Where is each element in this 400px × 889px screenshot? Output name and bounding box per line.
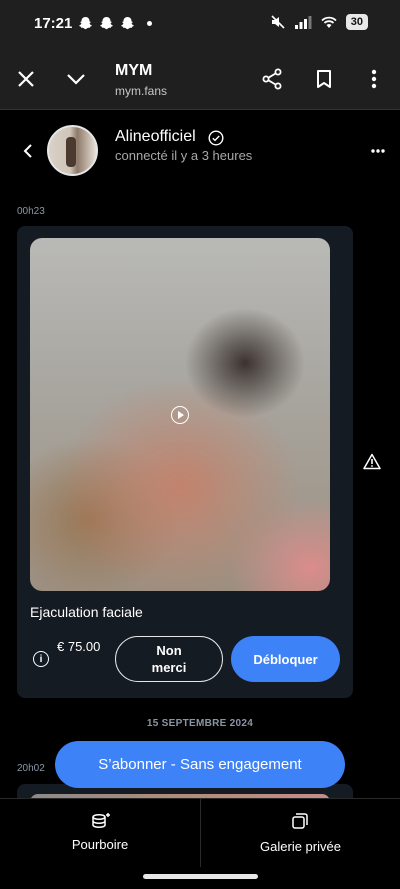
more-horizontal-icon[interactable] — [366, 139, 390, 163]
battery-indicator: 30 — [345, 14, 368, 30]
page-url: mym.fans — [115, 84, 168, 98]
tab-tip-label: Pourboire — [71, 837, 129, 852]
coins-icon — [92, 813, 110, 829]
info-icon[interactable]: i — [33, 651, 49, 667]
report-warning-icon[interactable] — [363, 453, 381, 470]
blurred-video-preview[interactable] — [30, 238, 330, 591]
share-icon[interactable] — [260, 67, 284, 91]
media-price: € 75.00 — [57, 639, 101, 654]
username[interactable]: Alineofficiel — [115, 128, 196, 146]
message-time: 00h23 — [17, 206, 45, 217]
status-time: 17:21 — [34, 15, 73, 32]
signal-icon — [294, 16, 312, 29]
subscribe-button[interactable]: S’abonner - Sans engagement — [55, 741, 345, 788]
verified-badge-icon — [208, 130, 224, 146]
status-bar: 17:21 30 — [0, 0, 400, 48]
close-icon[interactable] — [14, 67, 38, 91]
bookmark-icon[interactable] — [312, 67, 336, 91]
more-notifications-dot — [147, 21, 152, 26]
notification-icons — [78, 16, 152, 31]
tab-private-gallery[interactable]: Galerie privée — [200, 799, 400, 867]
tab-private-gallery-label: Galerie privée — [260, 839, 341, 854]
page-title: MYM — [115, 62, 153, 79]
last-seen-status: connecté il y a 3 heures — [115, 148, 253, 163]
play-icon[interactable] — [171, 406, 189, 424]
system-icons: 30 — [270, 14, 368, 30]
avatar[interactable] — [47, 125, 98, 176]
bottom-tab-bar: Pourboire Galerie privée — [0, 798, 400, 867]
snapchat-icon — [120, 16, 135, 30]
decline-button[interactable]: Non merci — [115, 636, 223, 682]
browser-toolbar: MYM mym.fans — [0, 48, 400, 110]
back-icon[interactable] — [16, 139, 40, 163]
date-separator: 15 SEPTEMBRE 2024 — [146, 718, 254, 729]
tab-tip[interactable]: Pourboire — [0, 799, 200, 867]
message-time: 20h02 — [17, 763, 45, 774]
paid-media-message: Ejaculation faciale i € 75.00 Non merci … — [17, 226, 353, 698]
gallery-icon — [292, 813, 308, 829]
media-caption: Ejaculation faciale — [30, 604, 143, 620]
snapchat-icon — [78, 16, 93, 30]
snapchat-icon — [99, 16, 114, 30]
unlock-button[interactable]: Débloquer — [231, 636, 340, 682]
mute-icon — [271, 15, 285, 29]
home-indicator[interactable] — [143, 874, 258, 879]
wifi-icon — [321, 16, 337, 28]
chevron-down-icon[interactable] — [64, 67, 88, 91]
more-vertical-icon[interactable] — [362, 67, 386, 91]
